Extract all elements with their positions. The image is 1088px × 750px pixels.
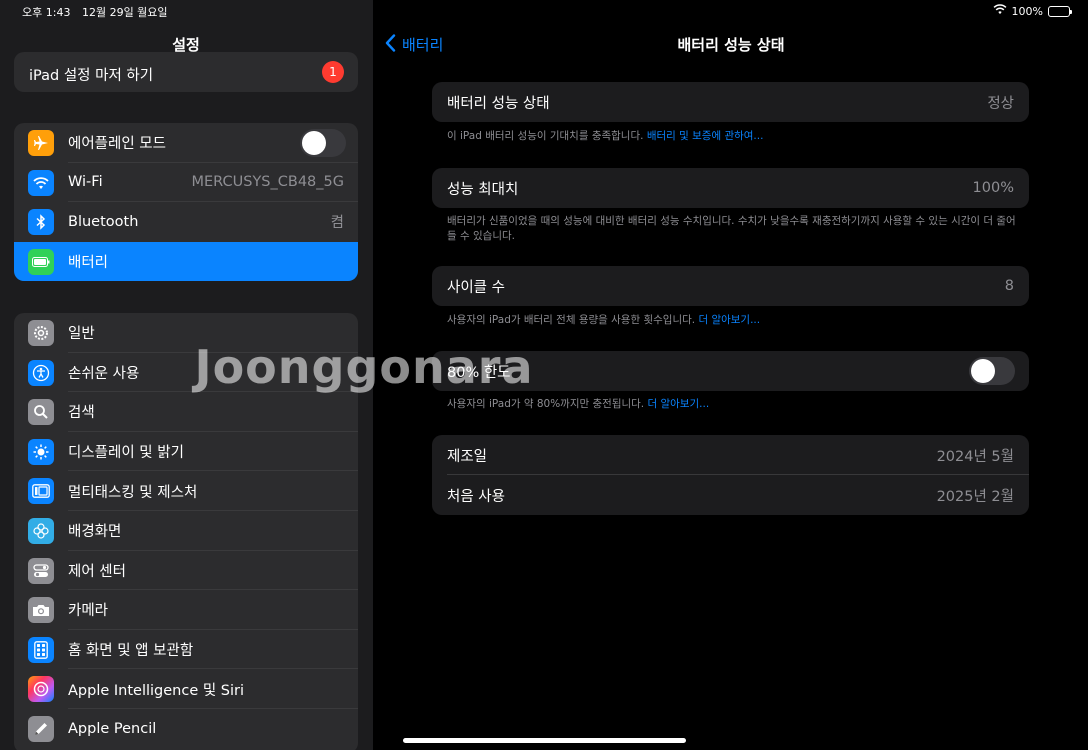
- cycle-count-footer: 사용자의 iPad가 배터리 전체 용량을 사용한 횟수입니다. 더 알아보기.…: [447, 314, 761, 326]
- multitasking-icon: [28, 478, 54, 505]
- battery-warranty-link[interactable]: 배터리 및 보증에 관하여...: [647, 130, 764, 142]
- sidebar-item-apple-pencil[interactable]: Apple Pencil: [14, 709, 358, 749]
- charge-limit-card: 80% 한도: [432, 351, 1029, 391]
- sidebar-item-display[interactable]: 디스플레이 및 밝기: [14, 432, 358, 472]
- setup-badge: 1: [322, 61, 344, 83]
- wifi-icon: [28, 169, 54, 196]
- brightness-icon: [28, 438, 54, 465]
- home-screen-icon: [28, 636, 54, 663]
- charge-limit-toggle[interactable]: [969, 357, 1015, 385]
- battery-health-footer: 이 iPad 배터리 성능이 기대치를 충족합니다. 배터리 및 보증에 관하여…: [447, 130, 764, 142]
- bluetooth-status: 켬: [330, 215, 344, 232]
- sidebar-item-label: 멀티태스킹 및 제스처: [68, 484, 198, 501]
- status-bar-right: 100%: [993, 4, 1072, 18]
- battery-health-label: 배터리 성능 상태: [447, 95, 550, 112]
- first-use-label: 처음 사용: [447, 488, 505, 505]
- dates-card: 제조일 2024년 5월 처음 사용 2025년 2월: [432, 435, 1029, 515]
- sidebar-item-label: Apple Pencil: [68, 720, 157, 737]
- sidebar-item-label: 손쉬운 사용: [68, 365, 140, 382]
- limit-learn-more-link[interactable]: 더 알아보기...: [648, 398, 710, 410]
- setup-reminder-row[interactable]: iPad 설정 마저 하기 1: [14, 52, 358, 92]
- battery-health-card: 배터리 성능 상태 정상: [432, 82, 1029, 122]
- cycle-learn-more-link[interactable]: 더 알아보기...: [698, 314, 760, 326]
- sidebar-item-label: Wi-Fi: [68, 174, 103, 191]
- setup-reminder-label: iPad 설정 마저 하기: [29, 68, 154, 84]
- search-icon: [28, 399, 54, 426]
- sidebar-item-siri[interactable]: Apple Intelligence 및 Siri: [14, 669, 358, 709]
- home-indicator[interactable]: [403, 738, 686, 743]
- sidebar: 오후 1:43 12월 29일 월요일 설정 iPad 설정 마저 하기 1 에…: [0, 0, 372, 750]
- battery-health-pane: 100% 배터리 배터리 성능 상태 배터리 성능 상태 정상 이 iPad 배…: [372, 0, 1088, 750]
- max-capacity-row: 성능 최대치 100%: [432, 168, 1029, 208]
- sidebar-item-wallpaper[interactable]: 배경화면: [14, 511, 358, 551]
- gear-icon: [28, 320, 54, 346]
- network-group: 에어플레인 모드 Wi-Fi MERCUSYS_CB48_5G Bluetoot…: [14, 123, 358, 282]
- camera-icon: [28, 597, 54, 624]
- general-group: 일반 손쉬운 사용 검색 디스플레이 및 밝기 멀티태스킹 및 제스처 배경화면…: [14, 313, 358, 750]
- status-battery-percent: 100%: [1011, 4, 1043, 18]
- sidebar-item-label: 배터리: [68, 255, 109, 272]
- sidebar-item-label: 에어플레인 모드: [68, 136, 166, 153]
- sidebar-item-label: 검색: [68, 405, 95, 422]
- sidebar-item-label: 카메라: [68, 603, 109, 620]
- airplane-icon: [28, 130, 54, 156]
- manufacture-date-value: 2024년 5월: [936, 448, 1014, 465]
- cycle-count-row: 사이클 수 8: [432, 266, 1029, 306]
- sidebar-item-label: 제어 센터: [68, 563, 126, 580]
- max-capacity-card: 성능 최대치 100%: [432, 168, 1029, 208]
- cycle-count-value: 8: [1004, 278, 1014, 294]
- wifi-network-name: MERCUSYS_CB48_5G: [191, 174, 344, 191]
- sidebar-item-label: 배경화면: [68, 524, 122, 541]
- charge-limit-label: 80% 한도: [447, 364, 511, 381]
- sidebar-item-search[interactable]: 검색: [14, 392, 358, 432]
- manufacture-date-label: 제조일: [447, 448, 488, 465]
- sidebar-item-label: 일반: [68, 326, 95, 343]
- charge-limit-footer: 사용자의 iPad가 약 80%까지만 충전됩니다. 더 알아보기...: [447, 398, 710, 410]
- status-battery-icon: [1048, 5, 1072, 17]
- wifi-status-icon: [993, 4, 1007, 18]
- battery-icon: [28, 248, 54, 275]
- sidebar-item-accessibility[interactable]: 손쉬운 사용: [14, 353, 358, 393]
- first-use-row: 처음 사용 2025년 2월: [432, 475, 1029, 515]
- status-bar-left: 오후 1:43 12월 29일 월요일: [22, 4, 176, 20]
- sidebar-item-bluetooth[interactable]: Bluetooth 켬: [14, 202, 358, 242]
- sidebar-item-label: 디스플레이 및 밝기: [68, 445, 184, 462]
- cycle-count-card: 사이클 수 8: [432, 266, 1029, 306]
- first-use-value: 2025년 2월: [936, 488, 1014, 505]
- battery-health-row: 배터리 성능 상태 정상: [432, 82, 1029, 122]
- max-capacity-footer: 배터리가 신품이었을 때의 성능에 대비한 배터리 성능 수치입니다. 수치가 …: [447, 215, 1016, 242]
- sidebar-item-label: 홈 화면 및 앱 보관함: [68, 643, 194, 660]
- battery-health-value: 정상: [987, 95, 1014, 112]
- pencil-icon: [28, 715, 54, 742]
- bluetooth-icon: [28, 209, 54, 236]
- sidebar-item-label: Apple Intelligence 및 Siri: [68, 682, 245, 699]
- siri-icon: [28, 676, 54, 703]
- accessibility-icon: [28, 359, 54, 386]
- cycle-count-label: 사이클 수: [447, 279, 505, 296]
- max-capacity-value: 100%: [972, 180, 1014, 196]
- sidebar-item-label: Bluetooth: [68, 213, 139, 230]
- status-time: 오후 1:43: [22, 6, 71, 19]
- control-center-icon: [28, 557, 54, 584]
- sidebar-item-home-screen[interactable]: 홈 화면 및 앱 보관함: [14, 630, 358, 670]
- sidebar-item-camera[interactable]: 카메라: [14, 590, 358, 630]
- setup-group: iPad 설정 마저 하기 1: [14, 52, 358, 92]
- sidebar-item-airplane-mode[interactable]: 에어플레인 모드: [14, 123, 358, 163]
- status-date: 12월 29일 월요일: [81, 6, 168, 19]
- sidebar-item-multitasking[interactable]: 멀티태스킹 및 제스처: [14, 471, 358, 511]
- page-title: 배터리 성능 상태: [677, 36, 785, 54]
- sidebar-item-control-center[interactable]: 제어 센터: [14, 551, 358, 591]
- charge-limit-row: 80% 한도: [432, 351, 1029, 391]
- wallpaper-icon: [28, 517, 54, 544]
- manufacture-date-row: 제조일 2024년 5월: [432, 435, 1029, 475]
- sidebar-item-battery[interactable]: 배터리: [14, 241, 358, 282]
- sidebar-item-wifi[interactable]: Wi-Fi MERCUSYS_CB48_5G: [14, 163, 358, 203]
- sidebar-item-general[interactable]: 일반: [14, 313, 358, 353]
- airplane-mode-toggle[interactable]: [300, 129, 346, 157]
- max-capacity-label: 성능 최대치: [447, 181, 519, 198]
